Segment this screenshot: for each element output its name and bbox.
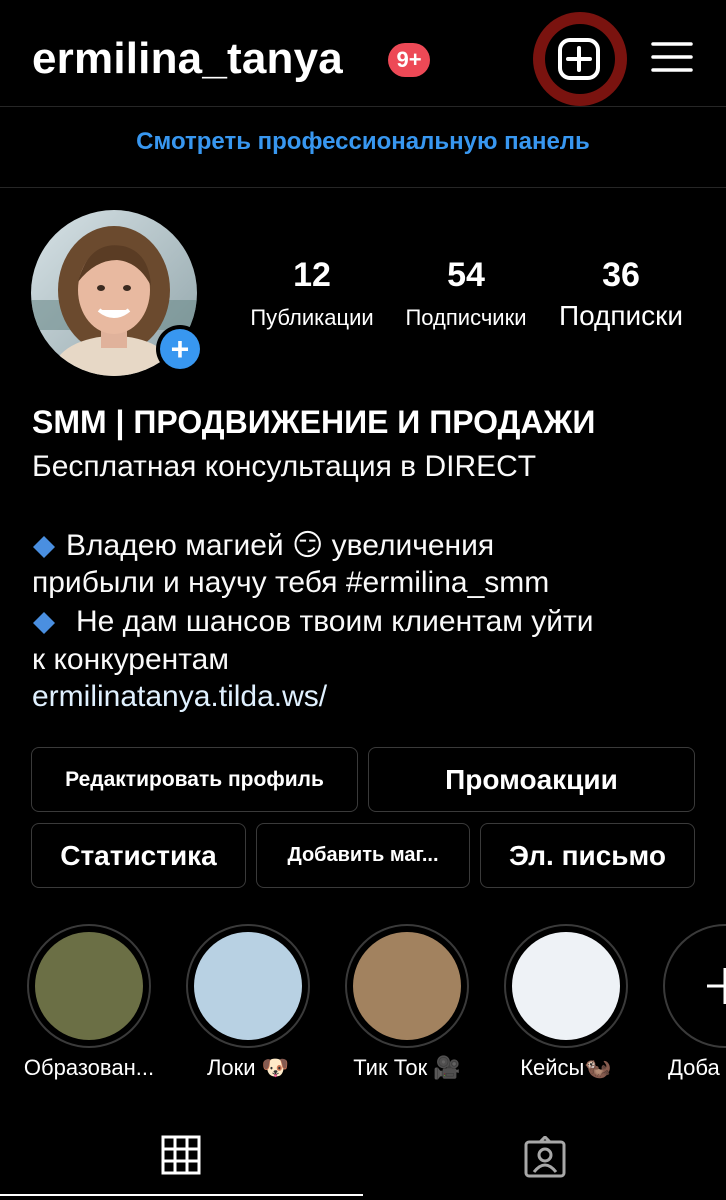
notifications-badge[interactable]: 9+ bbox=[388, 43, 430, 77]
followers-label[interactable]: Подписчики bbox=[391, 305, 541, 331]
hashtag-link[interactable]: #ermilina_smm bbox=[346, 566, 549, 599]
website-link[interactable]: ermilinatanya.tilda.ws/ bbox=[32, 680, 327, 714]
highlight-cover bbox=[35, 932, 143, 1040]
highlight-label[interactable]: Локи 🐶 bbox=[168, 1055, 328, 1081]
followers-count[interactable]: 54 bbox=[416, 256, 516, 295]
highlight-item[interactable] bbox=[186, 924, 310, 1048]
panel-divider bbox=[0, 187, 726, 188]
promotions-button[interactable]: Промоакции bbox=[368, 747, 695, 812]
blue-diamond-icon bbox=[33, 536, 55, 559]
statistics-button[interactable]: Статистика bbox=[31, 823, 246, 888]
bio-line: Не дам шансов твоим клиентам уйти bbox=[32, 605, 593, 639]
following-label[interactable]: Подписки bbox=[546, 300, 696, 332]
bio-title: SMM | ПРОДВИЖЕНИЕ И ПРОДАЖИ bbox=[32, 404, 596, 440]
active-tab-indicator bbox=[0, 1194, 363, 1196]
smirk-emoji: 😏 bbox=[292, 529, 324, 562]
email-button[interactable]: Эл. письмо bbox=[480, 823, 695, 888]
new-highlight-button[interactable] bbox=[663, 924, 726, 1048]
posts-label[interactable]: Публикации bbox=[232, 305, 392, 331]
tagged-person-icon[interactable] bbox=[523, 1136, 567, 1178]
new-highlight-ring bbox=[663, 924, 726, 1048]
highlight-item[interactable] bbox=[27, 924, 151, 1048]
professional-panel-link[interactable]: Смотреть профессиональную панель bbox=[0, 128, 726, 156]
grid-icon[interactable] bbox=[161, 1135, 201, 1175]
plus-icon bbox=[707, 968, 726, 1004]
bio-line: прибыли и научу тебя #ermilina_smm bbox=[32, 566, 549, 600]
blue-diamond-icon bbox=[33, 612, 55, 635]
posts-count[interactable]: 12 bbox=[262, 256, 362, 295]
highlight-item[interactable] bbox=[345, 924, 469, 1048]
plus-square-icon[interactable] bbox=[557, 37, 601, 81]
plus-icon[interactable]: + bbox=[160, 329, 200, 369]
hamburger-menu-icon[interactable] bbox=[651, 39, 693, 75]
profile-username[interactable]: ermilina_tanya bbox=[32, 34, 343, 84]
edit-profile-button[interactable]: Редактировать профиль bbox=[31, 747, 358, 812]
header-divider bbox=[0, 106, 726, 107]
highlight-label[interactable]: Кейсы🦦 bbox=[486, 1055, 646, 1081]
bio-text: увеличения bbox=[331, 529, 495, 562]
bio-text: прибыли и научу тебя bbox=[32, 566, 346, 599]
highlight-cover bbox=[353, 932, 461, 1040]
highlight-label[interactable]: Образован... bbox=[9, 1055, 169, 1081]
bio-line: Владею магией 😏 увеличения bbox=[32, 528, 494, 563]
highlight-cover bbox=[194, 932, 302, 1040]
highlight-cover bbox=[512, 932, 620, 1040]
bio-line: к конкурентам bbox=[32, 643, 229, 676]
highlight-label[interactable]: Доба bbox=[668, 1055, 726, 1081]
bio-text: Владею магией bbox=[66, 529, 284, 562]
highlight-item[interactable] bbox=[504, 924, 628, 1048]
add-shop-button[interactable]: Добавить маг... bbox=[256, 823, 470, 888]
following-count[interactable]: 36 bbox=[571, 256, 671, 295]
highlight-label[interactable]: Тик Ток 🎥 bbox=[327, 1055, 487, 1081]
bio-line: Бесплатная консультация в DIRECT bbox=[32, 450, 537, 483]
bio-text: Не дам шансов твоим клиентам уйти bbox=[76, 605, 594, 638]
